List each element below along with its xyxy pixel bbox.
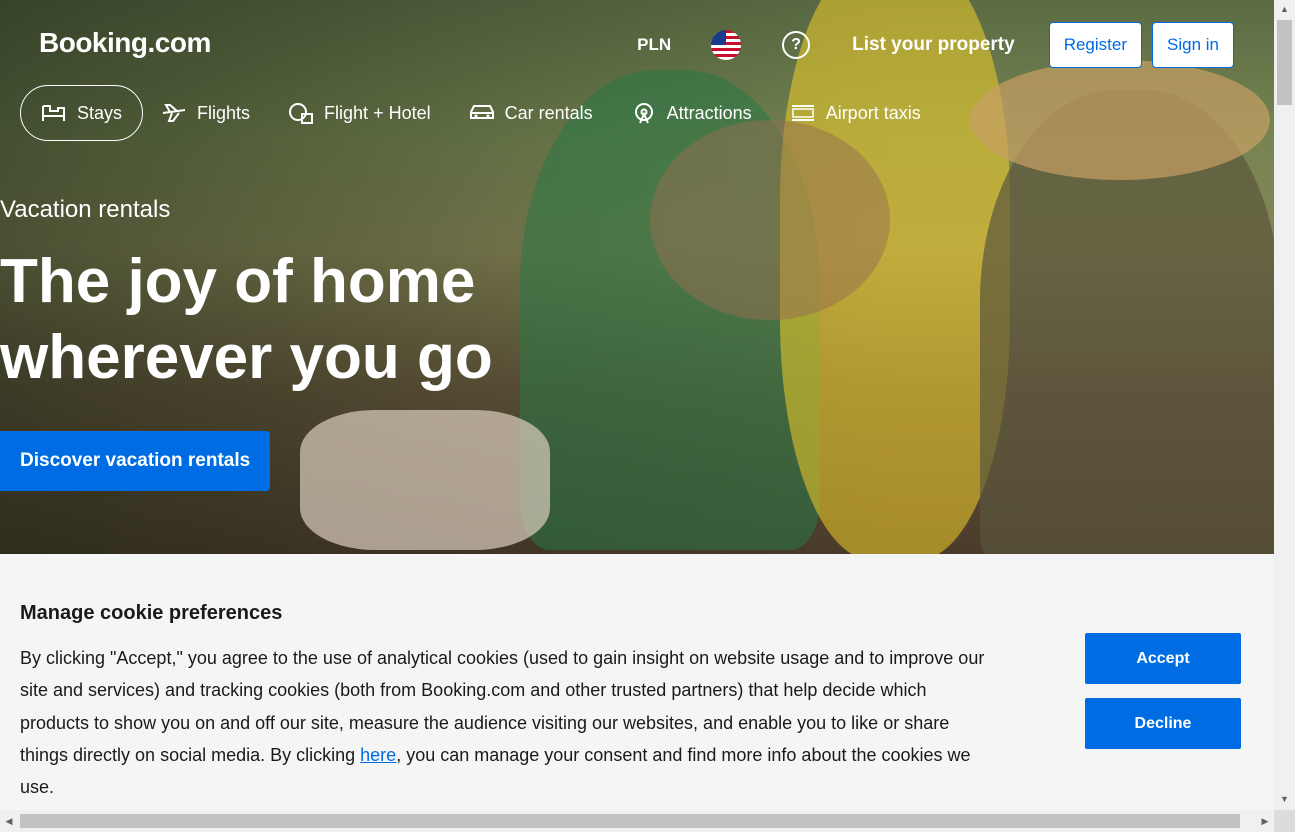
attractions-icon: [631, 102, 657, 124]
top-navigation: PLN ? List your property Register Sign i…: [637, 22, 1234, 68]
hero-photo-shape: [650, 120, 890, 320]
tab-label: Attractions: [666, 102, 752, 123]
cookie-manage-link[interactable]: here: [360, 745, 396, 765]
hero-photo-shape: [300, 410, 550, 550]
currency-selector[interactable]: PLN: [637, 35, 671, 55]
horizontal-scroll-thumb[interactable]: [20, 814, 1240, 828]
scroll-left-icon[interactable]: ◀: [0, 810, 18, 832]
car-icon: [469, 102, 495, 124]
plane-icon: [161, 102, 187, 124]
tab-flight-hotel[interactable]: Flight + Hotel: [268, 86, 451, 140]
hero-kicker: Vacation rentals: [0, 196, 171, 223]
us-flag-icon[interactable]: [711, 30, 742, 60]
help-icon[interactable]: ?: [782, 31, 811, 59]
tab-attractions[interactable]: Attractions: [611, 86, 772, 140]
bed-icon: [41, 102, 67, 124]
accept-button[interactable]: Accept: [1085, 633, 1241, 684]
tab-car-rentals[interactable]: Car rentals: [449, 86, 613, 140]
category-navigation: Stays Flights Flight + Hotel Car rentals: [20, 85, 939, 141]
tab-label: Car rentals: [504, 102, 593, 123]
scroll-right-icon[interactable]: ▶: [1256, 810, 1274, 832]
scroll-up-icon[interactable]: ▲: [1274, 0, 1295, 18]
tab-flights[interactable]: Flights: [141, 86, 270, 140]
tab-stays[interactable]: Stays: [20, 85, 144, 141]
hero-banner: Booking.com PLN ? List your property Reg…: [0, 0, 1274, 554]
list-property-link[interactable]: List your property: [852, 34, 1015, 56]
scroll-down-icon[interactable]: ▼: [1274, 790, 1295, 808]
vertical-scrollbar[interactable]: ▲ ▼: [1274, 0, 1295, 810]
vertical-scroll-thumb[interactable]: [1277, 20, 1292, 105]
discover-vacation-rentals-button[interactable]: Discover vacation rentals: [0, 431, 271, 491]
cookie-banner: Manage cookie preferences By clicking "A…: [0, 554, 1274, 810]
hero-headline: The joy of home wherever you go: [0, 247, 493, 392]
hero-photo-shape: [970, 60, 1270, 180]
register-button[interactable]: Register: [1048, 22, 1143, 68]
tab-label: Stays: [77, 102, 123, 123]
sign-in-button[interactable]: Sign in: [1152, 22, 1234, 68]
scrollbar-corner: [1274, 810, 1295, 832]
horizontal-scrollbar[interactable]: ◀ ▶: [0, 810, 1274, 832]
cookie-text: By clicking "Accept," you agree to the u…: [20, 642, 1000, 803]
decline-button[interactable]: Decline: [1085, 698, 1241, 749]
tab-label: Airport taxis: [825, 102, 921, 123]
cookie-title: Manage cookie preferences: [20, 602, 283, 624]
tab-label: Flight + Hotel: [324, 102, 431, 123]
taxi-icon: [790, 102, 816, 124]
tab-airport-taxis[interactable]: Airport taxis: [770, 86, 941, 140]
booking-logo[interactable]: Booking.com: [39, 27, 211, 59]
flight-hotel-icon: [288, 102, 314, 124]
tab-label: Flights: [197, 102, 251, 123]
browser-viewport: Booking.com PLN ? List your property Reg…: [0, 0, 1274, 810]
